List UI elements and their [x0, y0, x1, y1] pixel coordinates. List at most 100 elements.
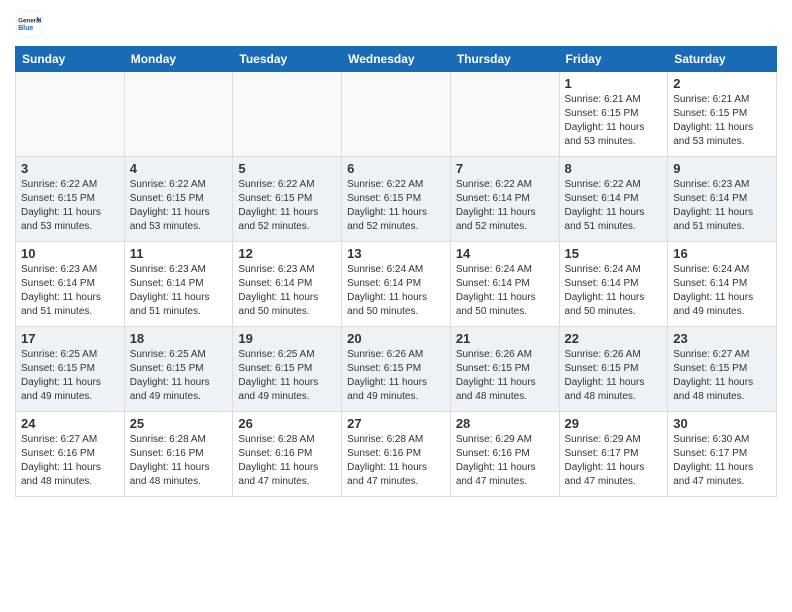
header: General Blue — [15, 10, 777, 38]
day-cell-17: 17 Sunrise: 6:25 AMSunset: 6:15 PMDayligh… — [16, 327, 125, 412]
weekday-header-thursday: Thursday — [450, 47, 559, 72]
day-info-27: Sunrise: 6:28 AMSunset: 6:16 PMDaylight:… — [347, 433, 445, 489]
day-info-12: Sunrise: 6:23 AMSunset: 6:14 PMDaylight:… — [238, 263, 336, 319]
day-info-20: Sunrise: 6:26 AMSunset: 6:15 PMDaylight:… — [347, 348, 445, 404]
day-cell-26: 26Sunrise: 6:28 AMSunset: 6:16 PMDayligh… — [233, 412, 342, 497]
day-cell-13: 13Sunrise: 6:24 AMSunset: 6:14 PMDayligh… — [342, 242, 451, 327]
day-info-19: Sunrise: 6:25 AMSunset: 6:15 PMDaylight:… — [238, 348, 336, 404]
day-cell-3: 3 Sunrise: 6:22 AMSunset: 6:15 PMDaylight… — [16, 157, 125, 242]
day-number-2: 2 — [673, 76, 771, 91]
day-cell-2: 2 Sunrise: 6:21 AMSunset: 6:15 PMDaylight… — [668, 72, 777, 157]
day-info-23: Sunrise: 6:27 AMSunset: 6:15 PMDaylight:… — [673, 348, 771, 404]
day-cell-21: 21 Sunrise: 6:26 AMSunset: 6:15 PMDayligh… — [450, 327, 559, 412]
day-info-4: Sunrise: 6:22 AMSunset: 6:15 PMDaylight:… — [130, 178, 228, 234]
day-cell-15: 15 Sunrise: 6:24 AMSunset: 6:14 PMDayligh… — [559, 242, 668, 327]
day-cell-9: 9 Sunrise: 6:23 AMSunset: 6:14 PMDaylight… — [668, 157, 777, 242]
day-number-20: 20 — [347, 331, 445, 346]
day-number-4: 4 — [130, 161, 228, 176]
day-info-5: Sunrise: 6:22 AMSunset: 6:15 PMDaylight:… — [238, 178, 336, 234]
day-info-3: Sunrise: 6:22 AMSunset: 6:15 PMDaylight:… — [21, 178, 119, 234]
day-info-21: Sunrise: 6:26 AMSunset: 6:15 PMDaylight:… — [456, 348, 554, 404]
day-number-9: 9 — [673, 161, 771, 176]
day-number-15: 15 — [565, 246, 663, 261]
day-number-16: 16 — [673, 246, 771, 261]
day-info-22: Sunrise: 6:26 AMSunset: 6:15 PMDaylight:… — [565, 348, 663, 404]
day-number-25: 25 — [130, 416, 228, 431]
page: General Blue SundayMondayTuesdayWednesda… — [0, 0, 792, 512]
logo-icon: General Blue — [15, 10, 43, 38]
svg-text:Blue: Blue — [18, 25, 33, 32]
day-cell-24: 24Sunrise: 6:27 AMSunset: 6:16 PMDayligh… — [16, 412, 125, 497]
day-info-2: Sunrise: 6:21 AMSunset: 6:15 PMDaylight:… — [673, 93, 771, 149]
day-number-14: 14 — [456, 246, 554, 261]
day-number-6: 6 — [347, 161, 445, 176]
day-number-12: 12 — [238, 246, 336, 261]
empty-cell — [124, 72, 233, 157]
day-number-10: 10 — [21, 246, 119, 261]
empty-cell — [450, 72, 559, 157]
day-number-18: 18 — [130, 331, 228, 346]
weekday-header-wednesday: Wednesday — [342, 47, 451, 72]
weekday-header-sunday: Sunday — [16, 47, 125, 72]
day-cell-27: 27 Sunrise: 6:28 AMSunset: 6:16 PMDayligh… — [342, 412, 451, 497]
day-info-28: Sunrise: 6:29 AMSunset: 6:16 PMDaylight:… — [456, 433, 554, 489]
day-number-23: 23 — [673, 331, 771, 346]
day-info-6: Sunrise: 6:22 AMSunset: 6:15 PMDaylight:… — [347, 178, 445, 234]
day-cell-16: 16 Sunrise: 6:24 AMSunset: 6:14 PMDayligh… — [668, 242, 777, 327]
day-cell-6: 6 Sunrise: 6:22 AMSunset: 6:15 PMDaylight… — [342, 157, 451, 242]
day-cell-25: 25 Sunrise: 6:28 AMSunset: 6:16 PMDayligh… — [124, 412, 233, 497]
day-cell-29: 29 Sunrise: 6:29 AMSunset: 6:17 PMDayligh… — [559, 412, 668, 497]
day-number-13: 13 — [347, 246, 445, 261]
week-row-2: 3 Sunrise: 6:22 AMSunset: 6:15 PMDaylight… — [16, 157, 777, 242]
logo: General Blue — [15, 10, 47, 38]
calendar-table: SundayMondayTuesdayWednesdayThursdayFrid… — [15, 46, 777, 497]
day-cell-4: 4 Sunrise: 6:22 AMSunset: 6:15 PMDaylight… — [124, 157, 233, 242]
day-number-26: 26 — [238, 416, 336, 431]
day-number-5: 5 — [238, 161, 336, 176]
empty-cell — [233, 72, 342, 157]
calendar-body: 1Sunrise: 6:21 AMSunset: 6:15 PMDaylight… — [16, 72, 777, 497]
day-info-17: Sunrise: 6:25 AMSunset: 6:15 PMDaylight:… — [21, 348, 119, 404]
day-number-29: 29 — [565, 416, 663, 431]
day-info-8: Sunrise: 6:22 AMSunset: 6:14 PMDaylight:… — [565, 178, 663, 234]
day-cell-1: 1Sunrise: 6:21 AMSunset: 6:15 PMDaylight… — [559, 72, 668, 157]
day-info-10: Sunrise: 6:23 AMSunset: 6:14 PMDaylight:… — [21, 263, 119, 319]
calendar-header: SundayMondayTuesdayWednesdayThursdayFrid… — [16, 47, 777, 72]
day-cell-14: 14 Sunrise: 6:24 AMSunset: 6:14 PMDayligh… — [450, 242, 559, 327]
day-info-29: Sunrise: 6:29 AMSunset: 6:17 PMDaylight:… — [565, 433, 663, 489]
day-cell-11: 11Sunrise: 6:23 AMSunset: 6:14 PMDayligh… — [124, 242, 233, 327]
weekday-header-monday: Monday — [124, 47, 233, 72]
day-cell-7: 7Sunrise: 6:22 AMSunset: 6:14 PMDaylight… — [450, 157, 559, 242]
day-cell-18: 18 Sunrise: 6:25 AMSunset: 6:15 PMDayligh… — [124, 327, 233, 412]
day-info-14: Sunrise: 6:24 AMSunset: 6:14 PMDaylight:… — [456, 263, 554, 319]
day-info-24: Sunrise: 6:27 AMSunset: 6:16 PMDaylight:… — [21, 433, 119, 489]
weekday-header-friday: Friday — [559, 47, 668, 72]
day-cell-30: 30 Sunrise: 6:30 AMSunset: 6:17 PMDayligh… — [668, 412, 777, 497]
day-info-15: Sunrise: 6:24 AMSunset: 6:14 PMDaylight:… — [565, 263, 663, 319]
day-info-30: Sunrise: 6:30 AMSunset: 6:17 PMDaylight:… — [673, 433, 771, 489]
day-cell-23: 23 Sunrise: 6:27 AMSunset: 6:15 PMDayligh… — [668, 327, 777, 412]
day-cell-5: 5 Sunrise: 6:22 AMSunset: 6:15 PMDaylight… — [233, 157, 342, 242]
day-number-8: 8 — [565, 161, 663, 176]
day-info-16: Sunrise: 6:24 AMSunset: 6:14 PMDaylight:… — [673, 263, 771, 319]
day-number-3: 3 — [21, 161, 119, 176]
week-row-3: 10 Sunrise: 6:23 AMSunset: 6:14 PMDayligh… — [16, 242, 777, 327]
empty-cell — [342, 72, 451, 157]
week-row-1: 1Sunrise: 6:21 AMSunset: 6:15 PMDaylight… — [16, 72, 777, 157]
day-number-30: 30 — [673, 416, 771, 431]
day-cell-8: 8 Sunrise: 6:22 AMSunset: 6:14 PMDaylight… — [559, 157, 668, 242]
weekday-header-row: SundayMondayTuesdayWednesdayThursdayFrid… — [16, 47, 777, 72]
day-info-9: Sunrise: 6:23 AMSunset: 6:14 PMDaylight:… — [673, 178, 771, 234]
day-cell-19: 19 Sunrise: 6:25 AMSunset: 6:15 PMDayligh… — [233, 327, 342, 412]
day-number-19: 19 — [238, 331, 336, 346]
day-info-18: Sunrise: 6:25 AMSunset: 6:15 PMDaylight:… — [130, 348, 228, 404]
weekday-header-saturday: Saturday — [668, 47, 777, 72]
day-info-1: Sunrise: 6:21 AMSunset: 6:15 PMDaylight:… — [565, 93, 663, 149]
day-cell-20: 20 Sunrise: 6:26 AMSunset: 6:15 PMDayligh… — [342, 327, 451, 412]
day-number-21: 21 — [456, 331, 554, 346]
day-number-17: 17 — [21, 331, 119, 346]
day-number-27: 27 — [347, 416, 445, 431]
day-info-25: Sunrise: 6:28 AMSunset: 6:16 PMDaylight:… — [130, 433, 228, 489]
day-info-7: Sunrise: 6:22 AMSunset: 6:14 PMDaylight:… — [456, 178, 554, 234]
day-cell-28: 28Sunrise: 6:29 AMSunset: 6:16 PMDayligh… — [450, 412, 559, 497]
